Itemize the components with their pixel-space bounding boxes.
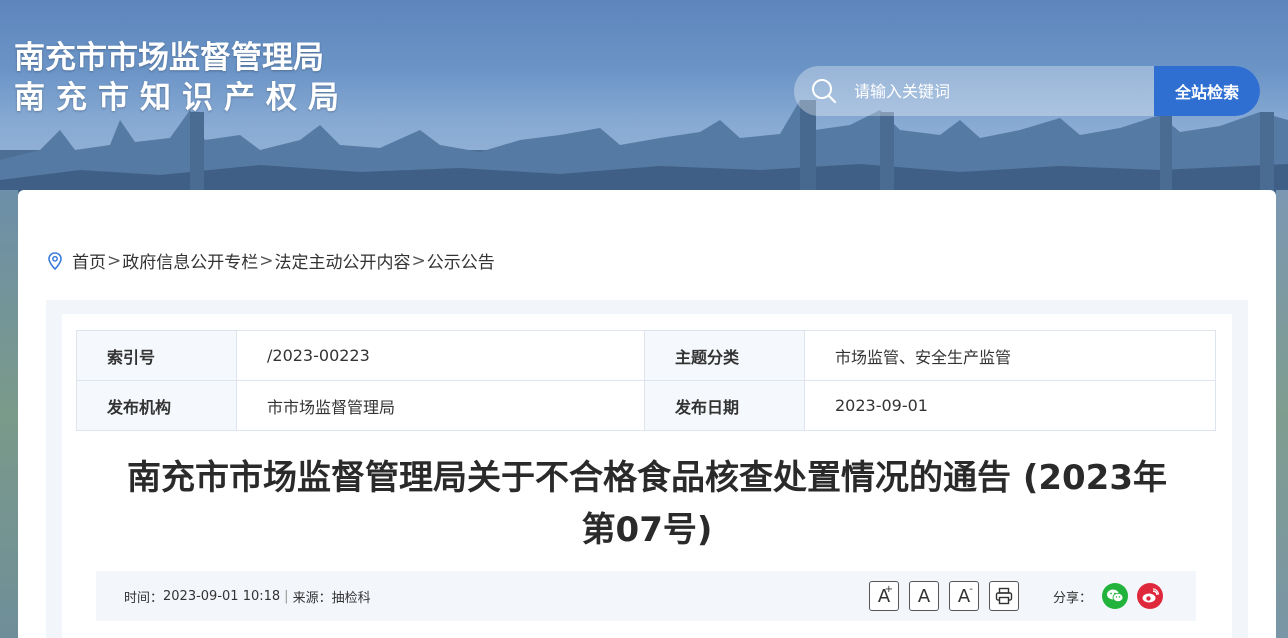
article-title-line1: 南充市市场监督管理局关于不合格食品核查处置情况的通告 (2023年 (126, 458, 1167, 498)
meta-row: 发布机构 市市场监督管理局 发布日期 2023-09-01 (76, 380, 1216, 431)
site-title-line1: 南充市市场监督管理局 (14, 40, 324, 76)
background-strip-left (0, 190, 18, 638)
breadcrumb-announcements[interactable]: 公示公告 (427, 248, 495, 273)
breadcrumb-separator: > (259, 250, 274, 271)
breadcrumb-statutory-content[interactable]: 法定主动公开内容 (275, 248, 411, 273)
article-info-bar: 时间： 2023-09-01 10:18 | 来源： 抽检科 A + A A -… (96, 571, 1196, 621)
breadcrumb-separator: > (411, 250, 426, 271)
breadcrumb: 首页 > 政府信息公开专栏 > 法定主动公开内容 > 公示公告 (48, 248, 495, 273)
font-decrease-button[interactable]: A - (949, 581, 979, 611)
wechat-icon[interactable] (1102, 583, 1129, 609)
time-value: 2023-09-01 10:18 (163, 588, 281, 604)
article-title: 南充市市场监督管理局关于不合格食品核查处置情况的通告 (2023年 第07号) (82, 452, 1212, 556)
site-title: 南充市市场监督管理局 南充市知识产权局 (14, 38, 350, 118)
meta-divider: | (284, 588, 289, 604)
search-button[interactable]: 全站检索 (1154, 66, 1260, 116)
meta-value-date: 2023-09-01 (804, 380, 1216, 431)
search-icon (794, 66, 854, 116)
background-strip-right (1276, 190, 1288, 638)
time-label: 时间： (124, 590, 164, 606)
meta-value-topic: 市场监管、安全生产监管 (804, 330, 1216, 381)
share-label: 分享： (1053, 590, 1093, 606)
meta-key-date: 发布日期 (644, 380, 805, 431)
weibo-icon[interactable] (1137, 583, 1164, 609)
meta-key-publisher: 发布机构 (76, 380, 237, 431)
meta-value-publisher: 市市场监督管理局 (236, 380, 645, 431)
source-value: 抽检科 (331, 590, 371, 606)
font-decrease-label: A (957, 585, 971, 607)
font-default-button[interactable]: A (909, 581, 939, 611)
breadcrumb-home[interactable]: 首页 (72, 248, 106, 273)
font-increase-sup: + (884, 584, 893, 595)
header-banner: 南充市市场监督管理局 南充市知识产权局 全站检索 (0, 0, 1288, 200)
breadcrumb-gov-info[interactable]: 政府信息公开专栏 (122, 248, 258, 273)
content-card: 首页 > 政府信息公开专栏 > 法定主动公开内容 > 公示公告 索引号 /202… (18, 190, 1276, 638)
meta-value-index: /2023-00223 (236, 330, 645, 381)
font-default-label: A (917, 585, 931, 607)
site-title-line2: 南充市知识产权局 (14, 80, 350, 116)
printer-icon (995, 587, 1013, 605)
article-container: 索引号 /2023-00223 主题分类 市场监管、安全生产监管 发布机构 市市… (46, 300, 1248, 638)
search-box: 全站检索 (794, 66, 1260, 116)
location-pin-icon (48, 251, 62, 270)
font-increase-button[interactable]: A + (869, 581, 899, 611)
meta-key-index: 索引号 (76, 330, 237, 381)
font-decrease-sup: - (969, 584, 973, 595)
article-meta: 时间： 2023-09-01 10:18 | 来源： 抽检科 (96, 587, 371, 606)
search-input[interactable] (854, 66, 1154, 116)
article-title-line2: 第07号) (581, 510, 713, 550)
share-section: 分享： (1053, 583, 1172, 609)
print-button[interactable] (989, 581, 1019, 611)
font-tools: A + A A - (869, 581, 1019, 611)
meta-key-topic: 主题分类 (644, 330, 805, 381)
breadcrumb-separator: > (107, 250, 122, 271)
meta-row: 索引号 /2023-00223 主题分类 市场监管、安全生产监管 (76, 330, 1216, 381)
source-label: 来源： (292, 590, 332, 606)
article-panel: 索引号 /2023-00223 主题分类 市场监管、安全生产监管 发布机构 市市… (62, 314, 1232, 638)
meta-table: 索引号 /2023-00223 主题分类 市场监管、安全生产监管 发布机构 市市… (76, 330, 1216, 431)
